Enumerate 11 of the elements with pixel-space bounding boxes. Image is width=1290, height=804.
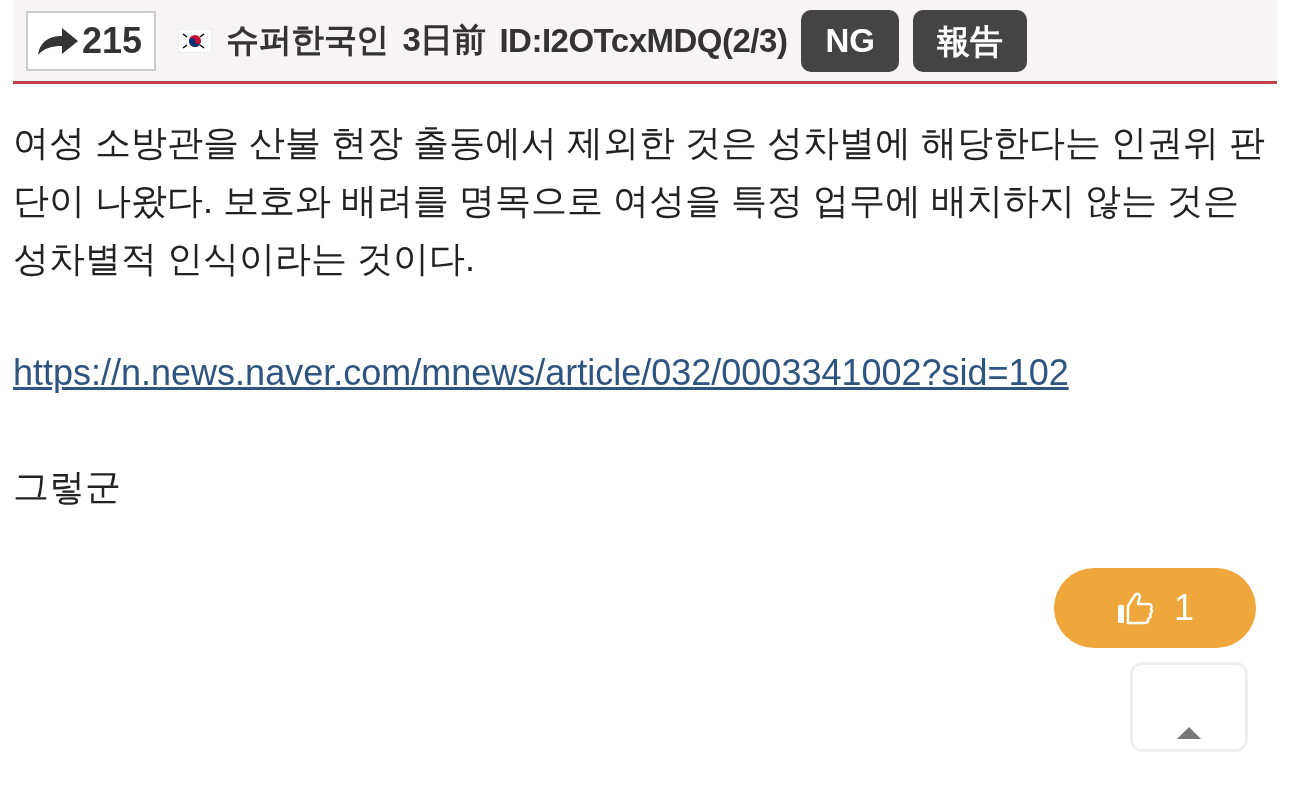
caret-up-icon	[1177, 727, 1201, 739]
user-id: ID:I2OTcxMDQ(2/3)	[499, 21, 788, 60]
author-name: 슈퍼한국인	[226, 20, 389, 60]
post-time: 3日前	[402, 20, 486, 60]
header-action-button[interactable]: 報告	[912, 9, 1027, 72]
header-action-button[interactable]: NG	[801, 9, 899, 72]
reply-count-button[interactable]: 215	[26, 10, 157, 71]
scroll-top-button[interactable]	[1130, 662, 1248, 752]
article-link[interactable]: https://n.news.naver.com/mnews/article/032/0003341002?sid=102	[13, 344, 1277, 402]
post-text: 그렇군	[13, 465, 122, 509]
post-text: 여성 소방관을 산불 현장 출동에서 제외한 것은 성차별에 해당한다는 인권위 판단이 나왔다. 보호와 배려를 명목으로 여성을 특정 업무에 배치하지 않는 것은 성차별적 인식이라는 것이다.	[13, 121, 1267, 281]
